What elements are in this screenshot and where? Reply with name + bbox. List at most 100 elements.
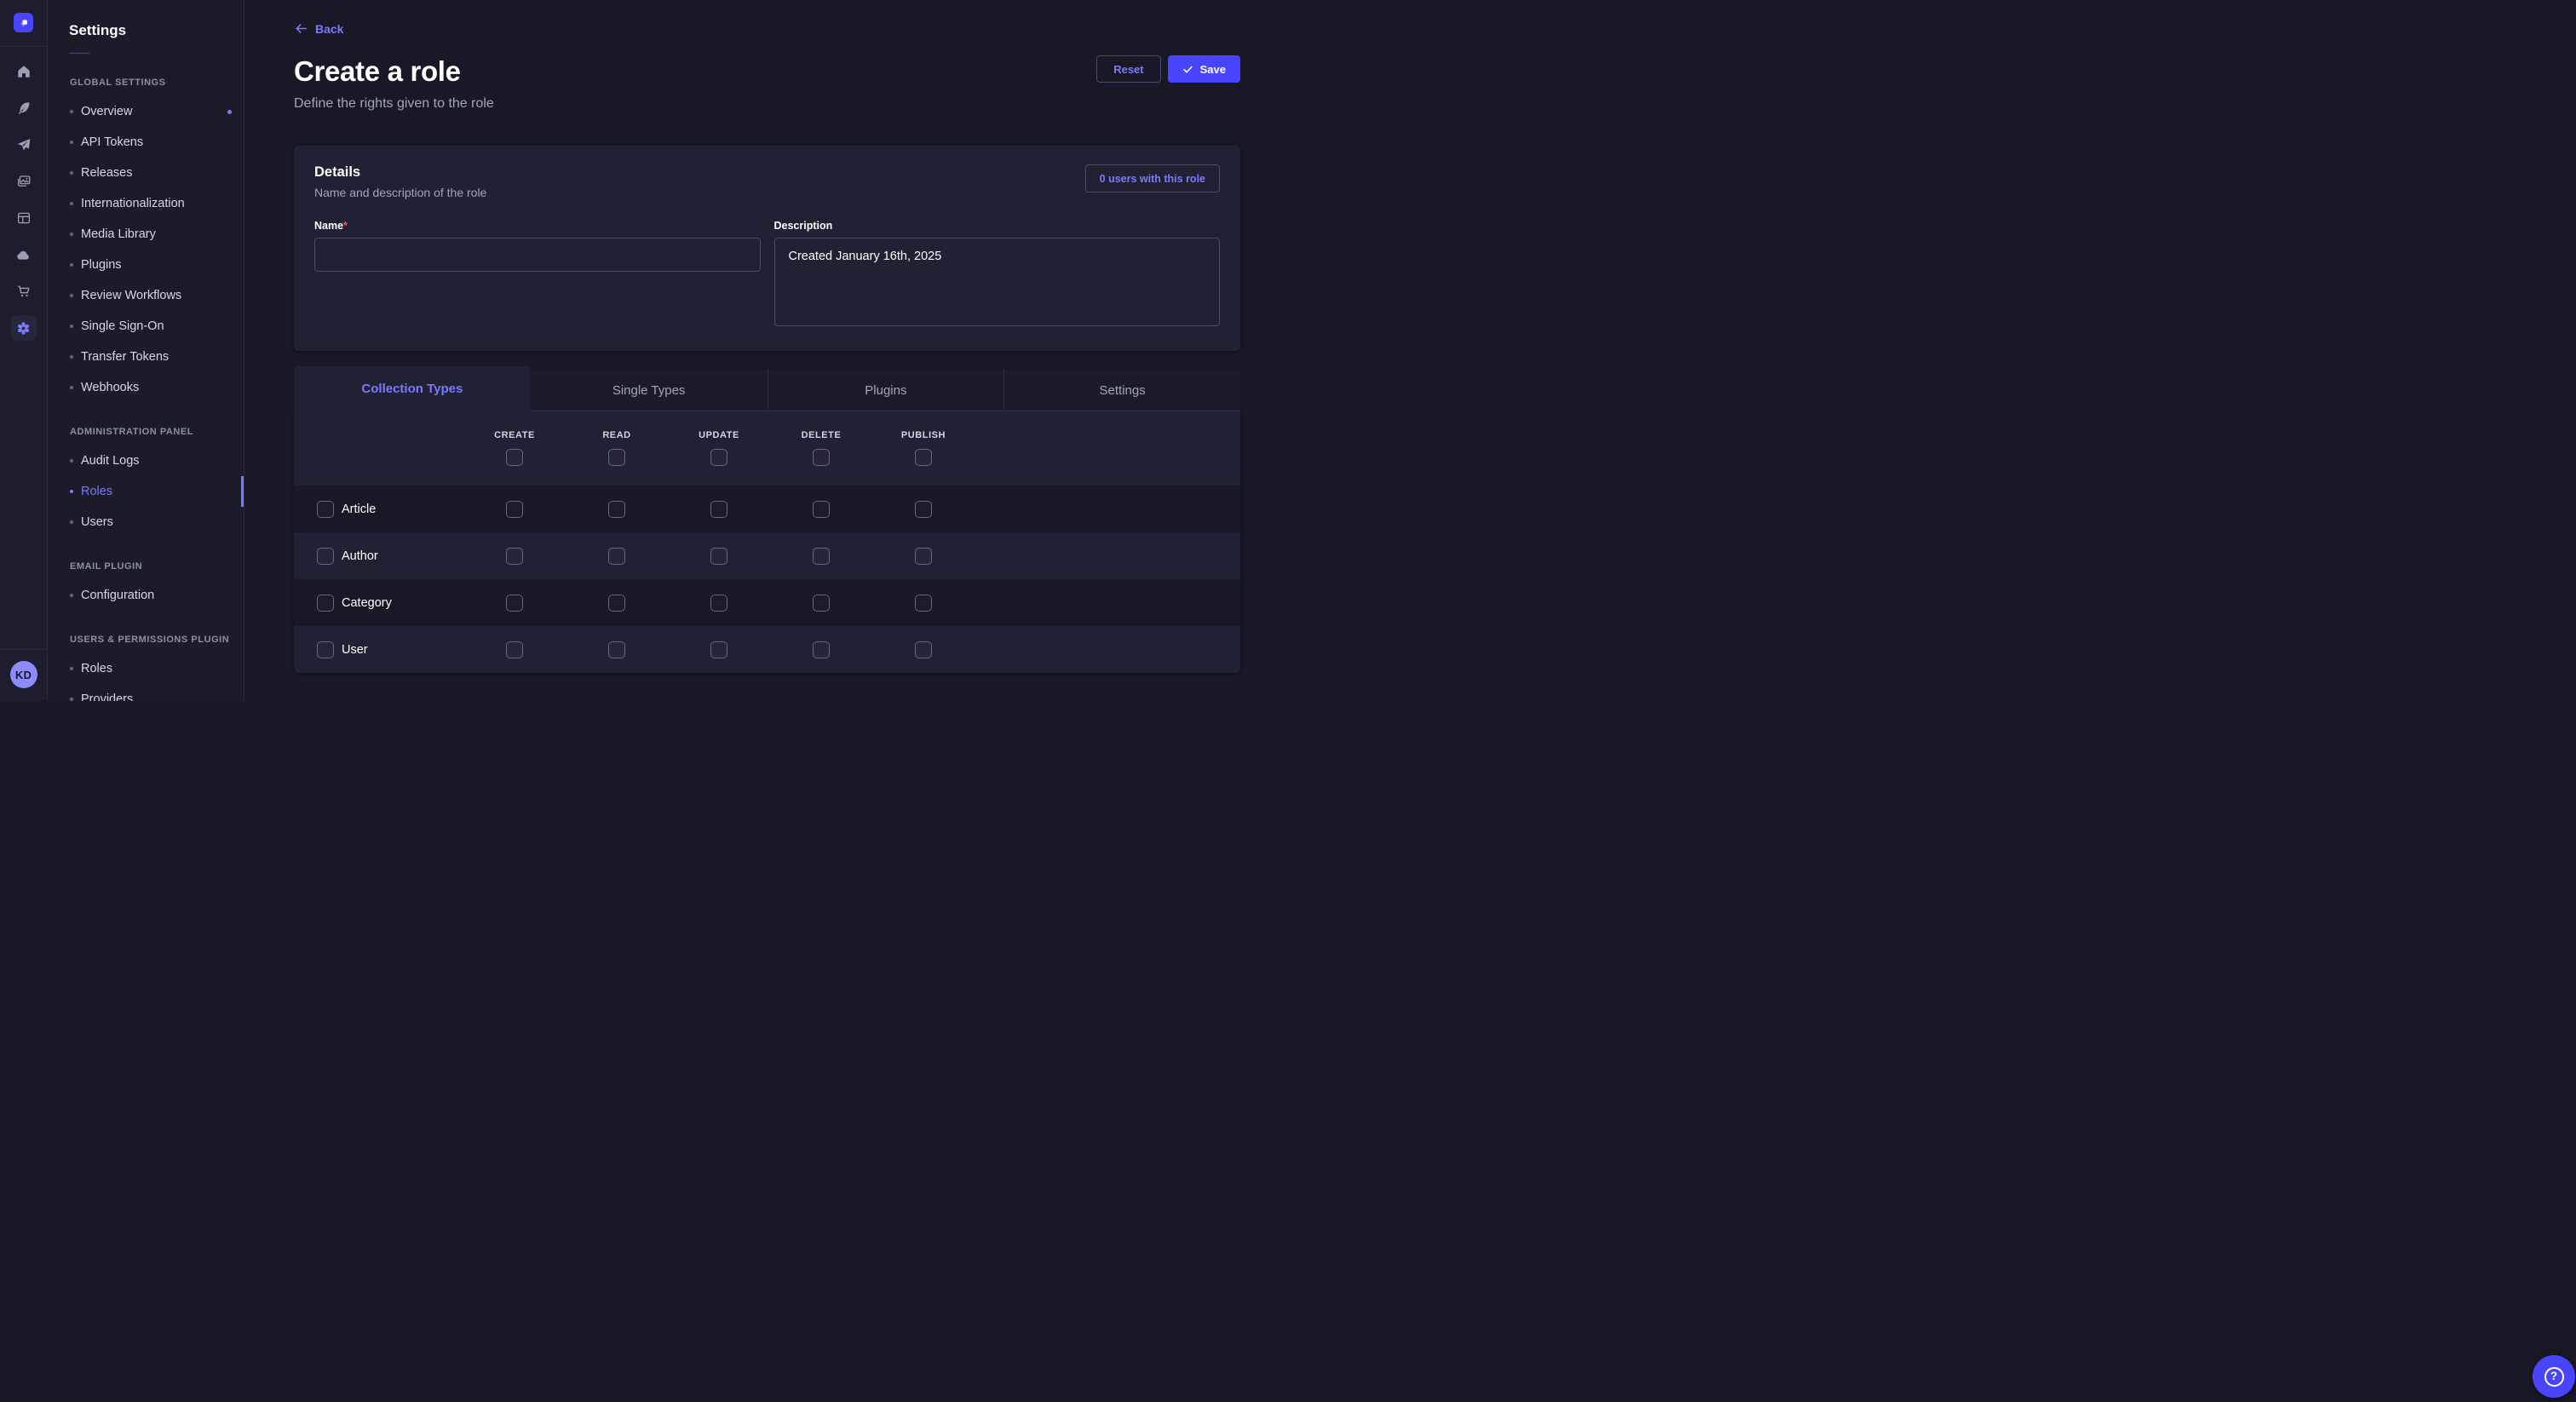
rail-nav bbox=[11, 59, 37, 341]
sidebar-item-label: Media Library bbox=[81, 227, 156, 241]
permissions-panel: Collection Types Single Types Plugins Se… bbox=[294, 366, 1240, 673]
column-select-checkbox-create[interactable] bbox=[506, 449, 523, 466]
strapi-logo[interactable] bbox=[14, 13, 33, 32]
sidebar-item-label: Overview bbox=[81, 105, 132, 118]
sidebar-item-media-library[interactable]: Media Library bbox=[48, 219, 244, 250]
permission-checkbox[interactable] bbox=[915, 595, 932, 612]
row-head-author: Author bbox=[294, 548, 463, 565]
bullet-icon bbox=[70, 263, 73, 267]
table-row-user: User bbox=[294, 626, 1240, 673]
rail-item-marketplace[interactable] bbox=[11, 279, 37, 304]
permission-checkbox[interactable] bbox=[506, 641, 523, 658]
help-button[interactable]: ? bbox=[2533, 1355, 2575, 1398]
cell-user-read bbox=[566, 641, 668, 658]
cell-category-publish bbox=[872, 595, 975, 612]
cell-author-create bbox=[463, 548, 566, 565]
page-title: Create a role bbox=[294, 55, 494, 88]
cell-user-create bbox=[463, 641, 566, 658]
sidebar-item-releases[interactable]: Releases bbox=[48, 158, 244, 188]
rail-item-content-type-builder[interactable] bbox=[11, 95, 37, 121]
cell-author-update bbox=[668, 548, 770, 565]
tab-single-types[interactable]: Single Types bbox=[531, 370, 768, 411]
permissions-table: CREATE READ UPDATE DELETE bbox=[294, 411, 1240, 673]
rail-item-settings[interactable] bbox=[11, 315, 37, 341]
sidebar-item-webhooks[interactable]: Webhooks bbox=[48, 372, 244, 403]
permission-checkbox[interactable] bbox=[915, 641, 932, 658]
permission-checkbox[interactable] bbox=[813, 501, 830, 518]
rail-item-deploy[interactable] bbox=[11, 132, 37, 158]
permission-checkbox[interactable] bbox=[915, 501, 932, 518]
name-input[interactable] bbox=[314, 238, 761, 272]
sidebar-item-review-workflows[interactable]: Review Workflows bbox=[48, 280, 244, 311]
permission-checkbox[interactable] bbox=[710, 595, 727, 612]
sidebar-item-plugins[interactable]: Plugins bbox=[48, 250, 244, 280]
sidebar-item-api-tokens[interactable]: API Tokens bbox=[48, 127, 244, 158]
bullet-icon bbox=[70, 202, 73, 205]
permission-checkbox[interactable] bbox=[813, 641, 830, 658]
sidebar-item-overview[interactable]: Overview bbox=[48, 96, 244, 127]
row-select-checkbox[interactable] bbox=[317, 641, 334, 658]
tab-collection-types[interactable]: Collection Types bbox=[294, 366, 531, 411]
description-textarea[interactable]: Created January 16th, 2025 bbox=[774, 238, 1221, 326]
rail-item-cloud[interactable] bbox=[11, 242, 37, 267]
permission-checkbox[interactable] bbox=[608, 501, 625, 518]
bullet-icon bbox=[70, 459, 73, 463]
details-card-header: Details Name and description of the role… bbox=[314, 164, 1220, 199]
column-select-checkbox-delete[interactable] bbox=[813, 449, 830, 466]
column-select-checkbox-update[interactable] bbox=[710, 449, 727, 466]
sidebar-item-internationalization[interactable]: Internationalization bbox=[48, 188, 244, 219]
permission-checkbox[interactable] bbox=[915, 548, 932, 565]
user-avatar[interactable]: KD bbox=[10, 661, 37, 688]
permission-checkbox[interactable] bbox=[710, 501, 727, 518]
sidebar-item-up-roles[interactable]: Roles bbox=[48, 653, 244, 684]
page-subtitle: Define the rights given to the role bbox=[294, 96, 494, 112]
permission-checkbox[interactable] bbox=[710, 548, 727, 565]
details-card: Details Name and description of the role… bbox=[294, 146, 1240, 351]
section-users-permissions-plugin: USERS & PERMISSIONS PLUGIN bbox=[70, 635, 232, 645]
column-create: CREATE bbox=[463, 411, 566, 466]
permission-checkbox[interactable] bbox=[608, 548, 625, 565]
column-label-read: READ bbox=[602, 430, 630, 440]
sidebar-item-label: Webhooks bbox=[81, 381, 139, 394]
rail-bottom: KD bbox=[0, 649, 47, 701]
rail-item-content-manager[interactable] bbox=[11, 205, 37, 231]
sidebar-item-up-providers[interactable]: Providers bbox=[48, 684, 244, 701]
sidebar-item-transfer-tokens[interactable]: Transfer Tokens bbox=[48, 342, 244, 372]
permission-checkbox[interactable] bbox=[813, 595, 830, 612]
back-link[interactable]: Back bbox=[294, 21, 343, 36]
column-select-checkbox-publish[interactable] bbox=[915, 449, 932, 466]
sidebar-item-admin-users[interactable]: Users bbox=[48, 507, 244, 537]
reset-button[interactable]: Reset bbox=[1096, 55, 1160, 83]
permission-checkbox[interactable] bbox=[506, 501, 523, 518]
sidebar-item-single-sign-on[interactable]: Single Sign-On bbox=[48, 311, 244, 342]
row-select-checkbox[interactable] bbox=[317, 501, 334, 518]
tab-settings[interactable]: Settings bbox=[1003, 370, 1240, 411]
rail-item-media-library[interactable] bbox=[11, 169, 37, 194]
row-select-checkbox[interactable] bbox=[317, 548, 334, 565]
column-select-checkbox-read[interactable] bbox=[608, 449, 625, 466]
sidebar-item-email-configuration[interactable]: Configuration bbox=[48, 580, 244, 611]
description-field-group: Description Created January 16th, 2025 bbox=[774, 220, 1221, 330]
permission-checkbox[interactable] bbox=[608, 641, 625, 658]
permission-checkbox[interactable] bbox=[608, 595, 625, 612]
save-button[interactable]: Save bbox=[1168, 55, 1240, 83]
permission-checkbox[interactable] bbox=[813, 548, 830, 565]
section-global-settings: GLOBAL SETTINGS bbox=[70, 78, 232, 88]
row-select-checkbox[interactable] bbox=[317, 595, 334, 612]
permission-checkbox[interactable] bbox=[506, 595, 523, 612]
sidebar-item-label: Review Workflows bbox=[81, 289, 181, 302]
main-content: Back Create a role Define the rights giv… bbox=[244, 0, 1288, 701]
permission-checkbox[interactable] bbox=[710, 641, 727, 658]
cell-author-publish bbox=[872, 548, 975, 565]
sidebar-item-admin-roles[interactable]: Roles bbox=[48, 476, 244, 507]
users-with-role-button[interactable]: 0 users with this role bbox=[1085, 164, 1220, 192]
feather-icon bbox=[16, 101, 32, 116]
column-label-create: CREATE bbox=[494, 430, 535, 440]
sidebar-item-label: Single Sign-On bbox=[81, 319, 164, 333]
sidebar-item-audit-logs[interactable]: Audit Logs bbox=[48, 445, 244, 476]
arrow-left-icon bbox=[294, 21, 308, 36]
details-card-titles: Details Name and description of the role bbox=[314, 164, 486, 199]
permission-checkbox[interactable] bbox=[506, 548, 523, 565]
rail-item-home[interactable] bbox=[11, 59, 37, 84]
tab-plugins[interactable]: Plugins bbox=[768, 370, 1004, 411]
